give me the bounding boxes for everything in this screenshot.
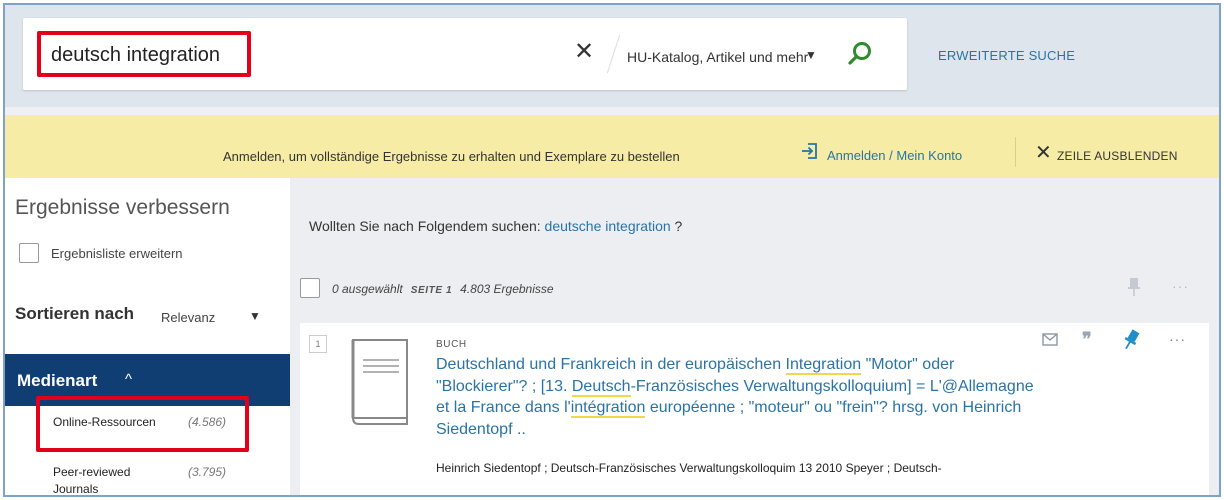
title-text: Deutschland und Frankreich in der europä… [436, 356, 786, 373]
facet-item-count: (3.795) [188, 465, 227, 479]
author-text: Heinrich Siedentopf ; [436, 461, 551, 475]
selected-count: 0 ausgewählt [332, 282, 403, 296]
login-link[interactable]: Anmelden / Mein Konto [827, 148, 962, 163]
sort-select[interactable]: Relevanz [161, 310, 215, 325]
facet-item-label: Peer-reviewed Journals [53, 465, 131, 496]
refine-sidebar: Ergebnisse verbessern Ergebnisliste erwe… [5, 178, 290, 496]
sidebar-title: Ergebnisse verbessern [15, 196, 230, 219]
result-title[interactable]: Deutschland und Frankreich in der europä… [436, 354, 1046, 440]
did-you-mean-suffix: ? [674, 218, 683, 234]
caret-down-icon[interactable]: ▼ [805, 48, 817, 62]
results-count: 4.803 Ergebnisse [460, 282, 554, 296]
title-highlight: Deutsch [571, 377, 631, 397]
divider [606, 34, 621, 74]
result-type: BUCH [436, 339, 467, 350]
search-input[interactable]: deutsch integration [51, 44, 220, 67]
author-highlight: Deutsch [893, 461, 938, 475]
result-number: 1 [309, 335, 327, 353]
title-highlight: Integration [785, 356, 862, 375]
more-icon[interactable]: ··· [1172, 278, 1189, 294]
author-highlight: Deutsch [550, 461, 595, 475]
facet-header-label: Medienart [17, 371, 98, 390]
more-icon[interactable]: ··· [1169, 331, 1186, 347]
select-all-checkbox[interactable] [300, 278, 320, 298]
login-message: Anmelden, um vollständige Ergebnisse zu … [223, 149, 680, 164]
email-icon[interactable] [1042, 333, 1058, 347]
results-summary: 0 ausgewählt SEITE 1 4.803 Ergebnisse [332, 282, 554, 296]
pin-icon[interactable] [1125, 276, 1143, 298]
expand-results-checkbox[interactable] [19, 243, 39, 263]
sort-label: Sortieren nach [15, 304, 135, 323]
did-you-mean: Wollten Sie nach Folgendem suchen: deuts… [309, 218, 682, 234]
result-item[interactable]: 1 BUCH Deutschland und Frankreich in der… [300, 323, 1209, 495]
clear-search-icon[interactable]: ✕ [574, 40, 594, 64]
did-you-mean-link[interactable]: deutsche integration [545, 218, 671, 234]
facet-item-label: Online-Ressourcen [53, 415, 156, 429]
login-banner: Anmelden, um vollständige Ergebnisse zu … [5, 115, 1219, 178]
title-highlight: intégration [570, 399, 646, 418]
close-icon[interactable]: ✕ [1035, 143, 1052, 163]
citation-icon[interactable]: ❞ [1082, 329, 1092, 350]
caret-down-icon[interactable]: ▼ [249, 309, 261, 323]
author-text: -Französisches Verwaltungskolloquim 13 2… [594, 461, 894, 475]
facet-item-count: (4.586) [188, 415, 227, 429]
facet-item-peer-reviewed[interactable]: Peer-reviewed Journals (3.795) [53, 464, 226, 496]
chevron-up-icon: ^ [125, 371, 133, 388]
page-indicator: SEITE 1 [410, 285, 453, 296]
hide-banner-button[interactable]: ZEILE AUSBLENDEN [1057, 149, 1178, 163]
app-frame: deutsch integration ✕ HU-Katalog, Artike… [3, 3, 1221, 497]
result-authors: Heinrich Siedentopf ; Deutsch-Französisc… [436, 461, 1196, 475]
author-text: - [937, 461, 942, 475]
search-icon[interactable] [847, 41, 873, 67]
login-icon[interactable] [800, 141, 820, 161]
pin-icon[interactable] [1122, 329, 1140, 351]
advanced-search-link[interactable]: ERWEITERTE SUCHE [938, 48, 1075, 63]
divider [1015, 137, 1016, 167]
results-area: Wollten Sie nach Folgendem suchen: deuts… [290, 178, 1219, 495]
search-scope-select[interactable]: HU-Katalog, Artikel und mehr [627, 49, 808, 65]
expand-results-label[interactable]: Ergebnisliste erweitern [51, 246, 183, 261]
search-bar-region: deutsch integration ✕ HU-Katalog, Artike… [5, 5, 1219, 107]
book-icon [351, 339, 408, 425]
did-you-mean-prefix: Wollten Sie nach Folgendem suchen: [309, 218, 541, 234]
facet-item-online-ressourcen[interactable]: Online-Ressourcen (4.586) [53, 414, 226, 431]
search-box: deutsch integration ✕ HU-Katalog, Artike… [23, 18, 907, 90]
